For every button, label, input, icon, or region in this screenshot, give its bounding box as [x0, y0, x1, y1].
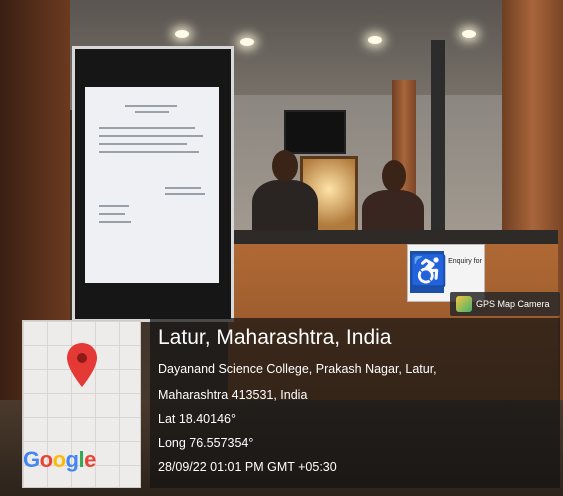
- document-line: [99, 221, 131, 223]
- gps-app-label: GPS Map Camera: [476, 299, 550, 309]
- gps-app-badge: GPS Map Camera: [450, 292, 560, 316]
- ceiling-light: [240, 38, 254, 46]
- ceiling-light: [368, 36, 382, 44]
- gps-camera-icon: [456, 296, 472, 312]
- address-line-2: Maharashtra 413531, India: [158, 388, 308, 402]
- google-logo: Google: [23, 447, 96, 472]
- place-title: Latur, Maharashtra, India: [158, 326, 392, 349]
- ceiling-light: [462, 30, 476, 38]
- map-thumbnail: Google: [22, 320, 141, 488]
- document-line: [99, 135, 203, 137]
- document-line: [99, 205, 129, 207]
- wall-tv: [284, 110, 346, 154]
- document-line: [99, 151, 199, 153]
- document-line: [99, 143, 187, 145]
- map-pin-icon: [67, 343, 97, 387]
- counter-top: [228, 230, 558, 244]
- person-left: [252, 180, 318, 236]
- document-line: [135, 111, 169, 113]
- latitude: Lat 18.40146°: [158, 412, 236, 426]
- display-kiosk: [72, 46, 234, 322]
- wheelchair-icon: ♿: [410, 251, 447, 293]
- longitude: Long 76.557354°: [158, 436, 254, 450]
- kiosk-screen: [85, 87, 219, 283]
- gps-overlay: Google Latur, Maharashtra, India Dayanan…: [20, 318, 560, 488]
- ceiling-light: [175, 30, 189, 38]
- photo-scene: ♿ Enquiry for GPS Map Camera Google Latu…: [0, 0, 563, 496]
- person-right-head: [382, 160, 406, 192]
- document-line: [99, 213, 125, 215]
- location-info-panel: Latur, Maharashtra, India Dayanand Scien…: [150, 318, 560, 488]
- timestamp: 28/09/22 01:01 PM GMT +05:30: [158, 460, 337, 474]
- dark-column: [431, 40, 445, 240]
- document-line: [125, 105, 177, 107]
- sign-text: Enquiry for: [448, 258, 482, 265]
- document-line: [165, 187, 201, 189]
- address-line-1: Dayanand Science College, Prakash Nagar,…: [158, 362, 437, 376]
- document-line: [165, 193, 205, 195]
- person-left-head: [272, 150, 298, 182]
- document-line: [99, 127, 195, 129]
